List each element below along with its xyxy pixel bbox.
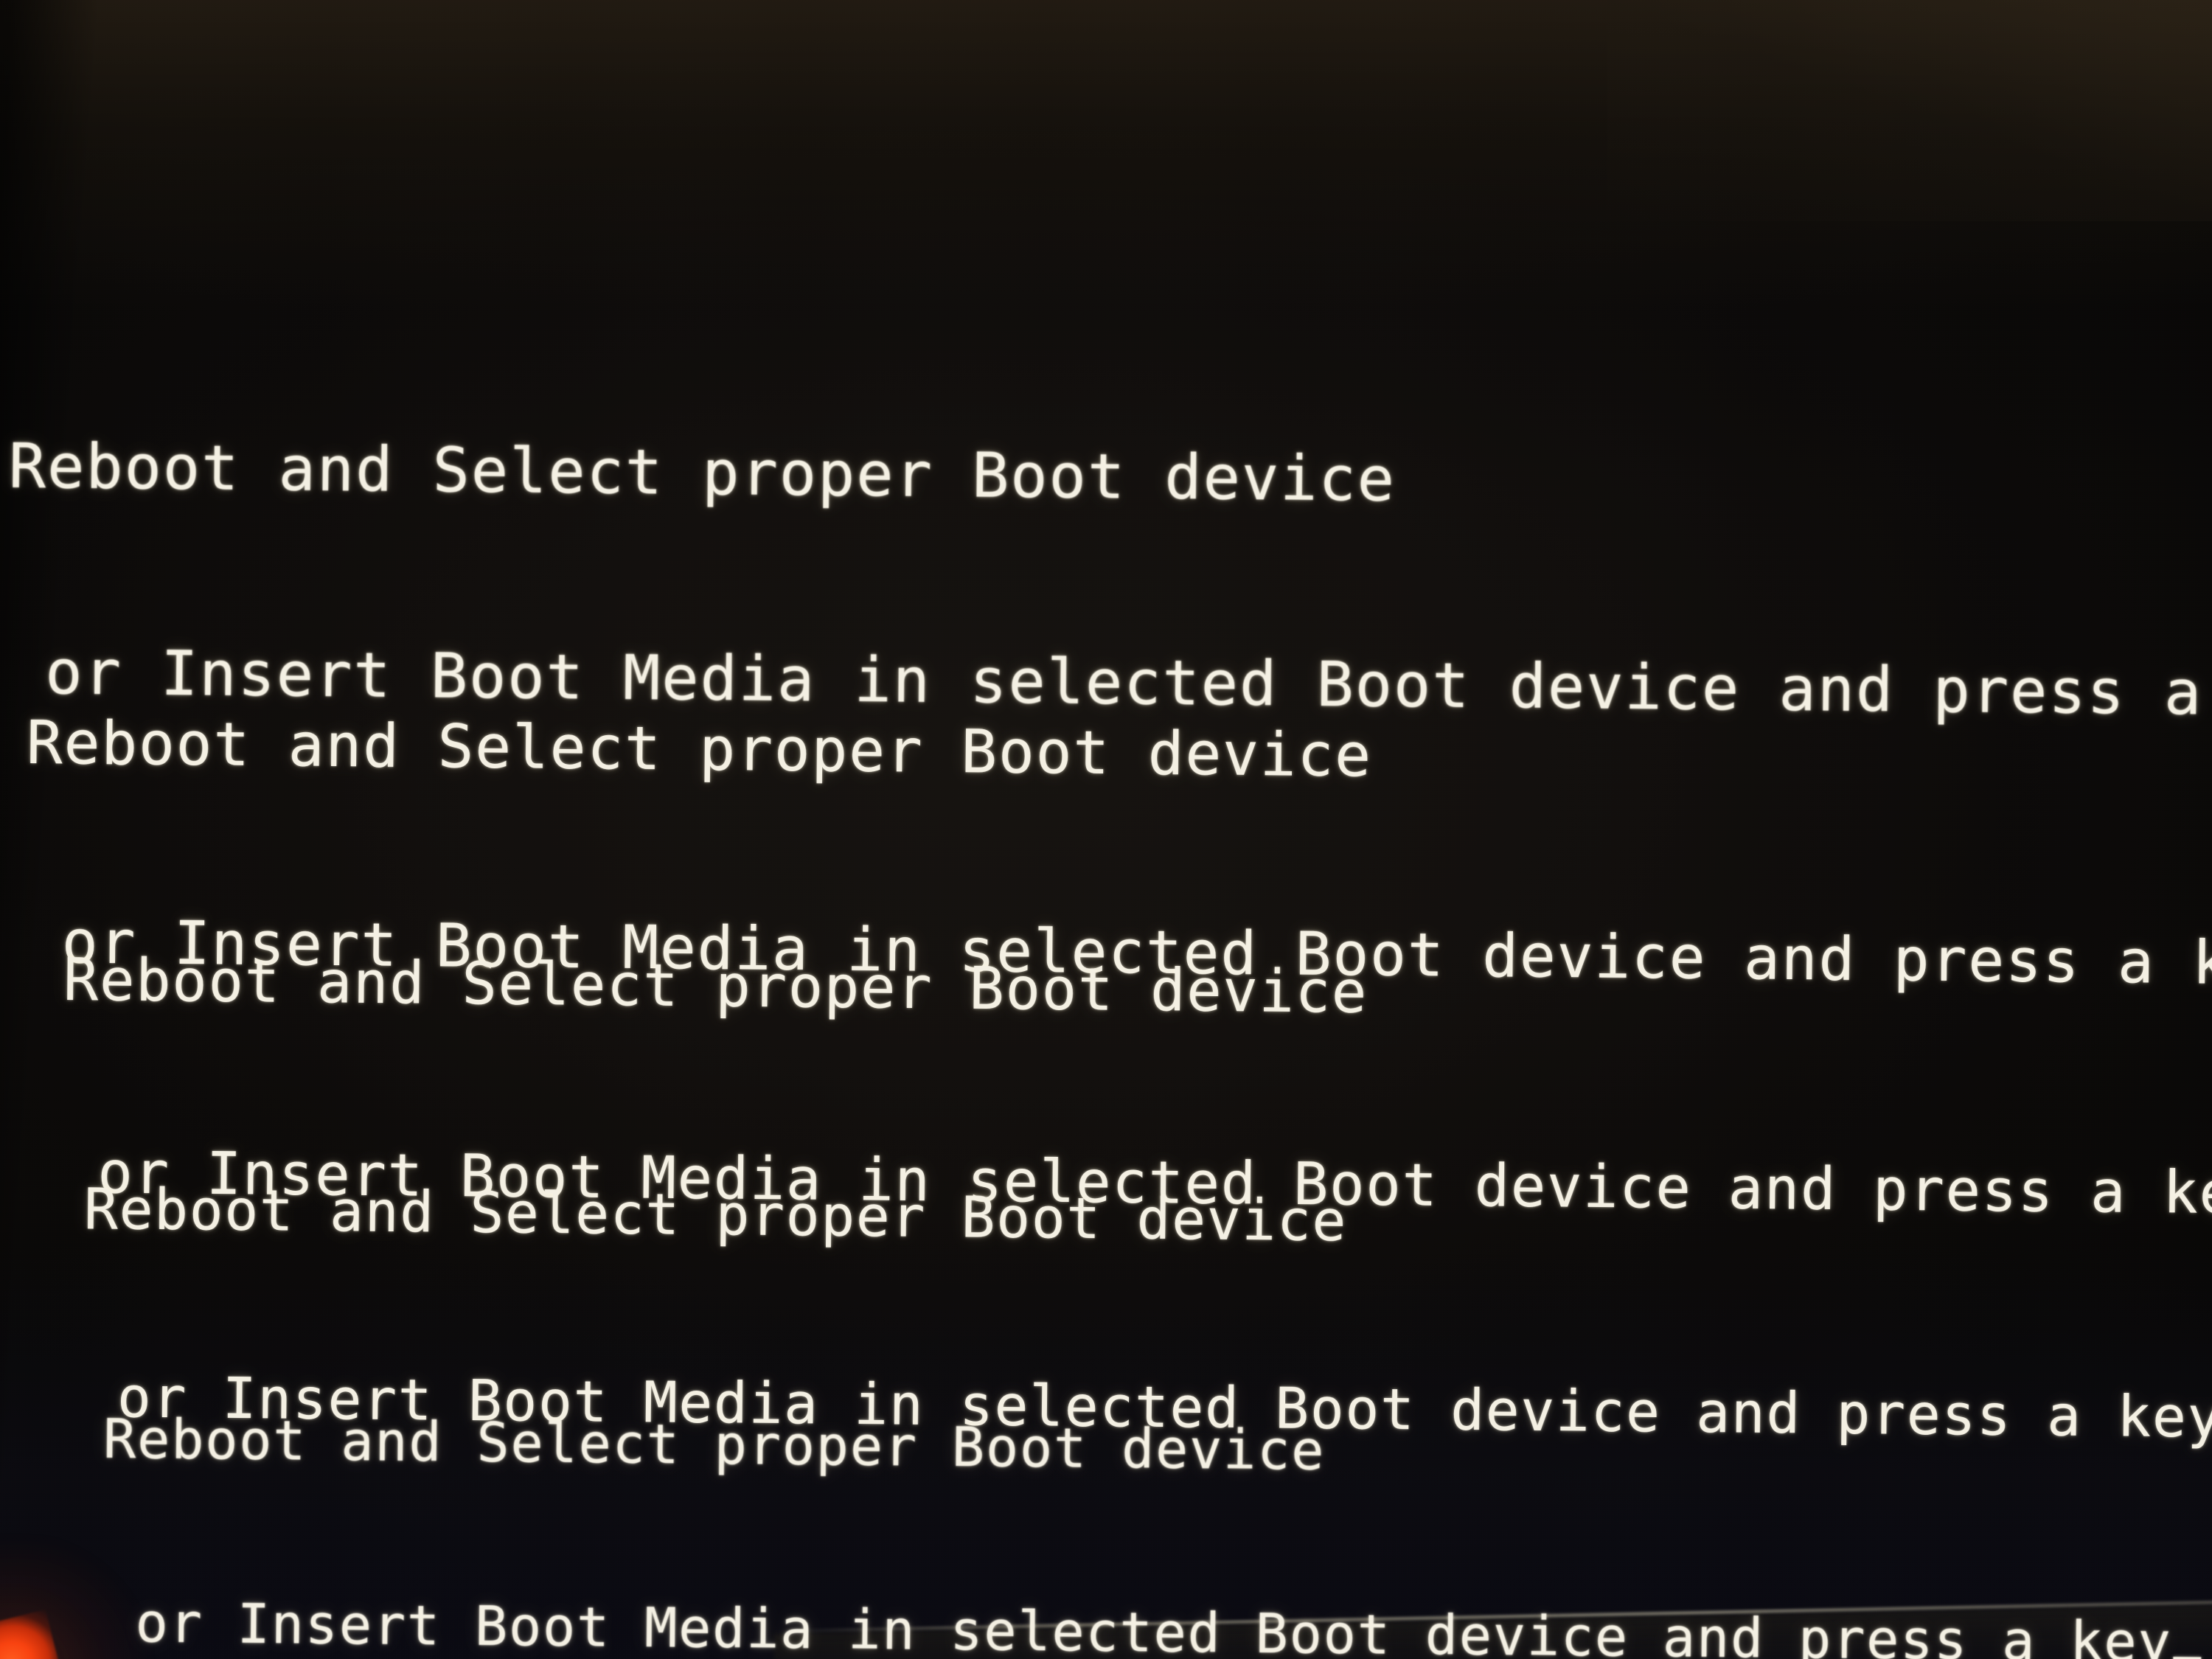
boot-error-message-5: Reboot and Select proper Boot device or … — [100, 1287, 2205, 1659]
boot-error-line-1a: Reboot and Select proper Boot device — [8, 429, 1397, 516]
boot-error-line-5a: Reboot and Select proper Boot device — [102, 1407, 1326, 1483]
bios-error-screen: Reboot and Select proper Boot device or … — [0, 0, 2212, 1659]
boot-error-line-3a: Reboot and Select proper Boot device — [63, 945, 1368, 1026]
boot-error-line-5b: or Insert Boot Media in selected Boot de… — [101, 1591, 2202, 1659]
monitor-bezel-top-right — [1607, 0, 2212, 221]
boot-error-line-5b-text: or Insert Boot Media in selected Boot de… — [135, 1591, 2172, 1659]
boot-error-line-2a: Reboot and Select proper Boot device — [26, 707, 1373, 791]
boot-error-line-4a: Reboot and Select proper Boot device — [83, 1176, 1348, 1255]
